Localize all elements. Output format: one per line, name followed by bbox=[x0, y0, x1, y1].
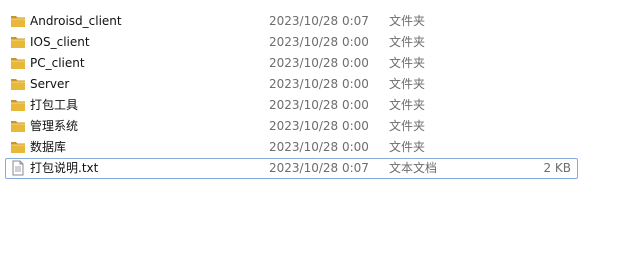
file-date-modified: 2023/10/28 0:00 bbox=[269, 119, 369, 133]
file-name: IOS_client bbox=[30, 35, 90, 49]
file-type: 文本文档 bbox=[389, 161, 438, 175]
file-size: 2 KB bbox=[543, 161, 571, 175]
file-row-ios-client[interactable]: IOS_client 2023/10/28 0:00 文件夹 bbox=[5, 32, 578, 53]
file-date-modified: 2023/10/28 0:00 bbox=[269, 56, 369, 70]
file-row-packaging-instructions-txt[interactable]: 打包说明.txt 2023/10/28 0:07 文本文档 2 KB bbox=[5, 158, 578, 179]
file-name: 数据库 bbox=[30, 140, 67, 154]
file-row-pc-client[interactable]: PC_client 2023/10/28 0:00 文件夹 bbox=[5, 53, 578, 74]
folder-icon bbox=[10, 76, 26, 92]
file-name: PC_client bbox=[30, 56, 85, 70]
file-name: Server bbox=[30, 77, 70, 91]
file-type: 文件夹 bbox=[389, 14, 426, 28]
file-row-server[interactable]: Server 2023/10/28 0:00 文件夹 bbox=[5, 74, 578, 95]
file-type: 文件夹 bbox=[389, 56, 426, 70]
folder-icon bbox=[10, 34, 26, 50]
file-row-androisd-client[interactable]: Androisd_client 2023/10/28 0:07 文件夹 bbox=[5, 11, 578, 32]
file-list: Androisd_client 2023/10/28 0:07 文件夹 IOS_… bbox=[0, 0, 625, 273]
file-type: 文件夹 bbox=[389, 140, 426, 154]
file-date-modified: 2023/10/28 0:07 bbox=[269, 161, 369, 175]
folder-icon bbox=[10, 97, 26, 113]
folder-icon bbox=[10, 118, 26, 134]
file-row-database[interactable]: 数据库 2023/10/28 0:00 文件夹 bbox=[5, 137, 578, 158]
folder-icon bbox=[10, 55, 26, 71]
folder-icon bbox=[10, 13, 26, 29]
file-row-packaging-tools[interactable]: 打包工具 2023/10/28 0:00 文件夹 bbox=[5, 95, 578, 116]
text-file-icon bbox=[10, 160, 26, 176]
file-row-management-system[interactable]: 管理系统 2023/10/28 0:00 文件夹 bbox=[5, 116, 578, 137]
file-name: 管理系统 bbox=[30, 119, 79, 133]
folder-icon bbox=[10, 139, 26, 155]
file-type: 文件夹 bbox=[389, 119, 426, 133]
file-type: 文件夹 bbox=[389, 35, 426, 49]
file-name: 打包说明.txt bbox=[30, 161, 99, 175]
file-date-modified: 2023/10/28 0:00 bbox=[269, 77, 369, 91]
file-date-modified: 2023/10/28 0:00 bbox=[269, 35, 369, 49]
file-name: 打包工具 bbox=[30, 98, 79, 112]
file-date-modified: 2023/10/28 0:00 bbox=[269, 98, 369, 112]
file-date-modified: 2023/10/28 0:07 bbox=[269, 14, 369, 28]
file-type: 文件夹 bbox=[389, 98, 426, 112]
file-type: 文件夹 bbox=[389, 77, 426, 91]
file-date-modified: 2023/10/28 0:00 bbox=[269, 140, 369, 154]
file-name: Androisd_client bbox=[30, 14, 122, 28]
